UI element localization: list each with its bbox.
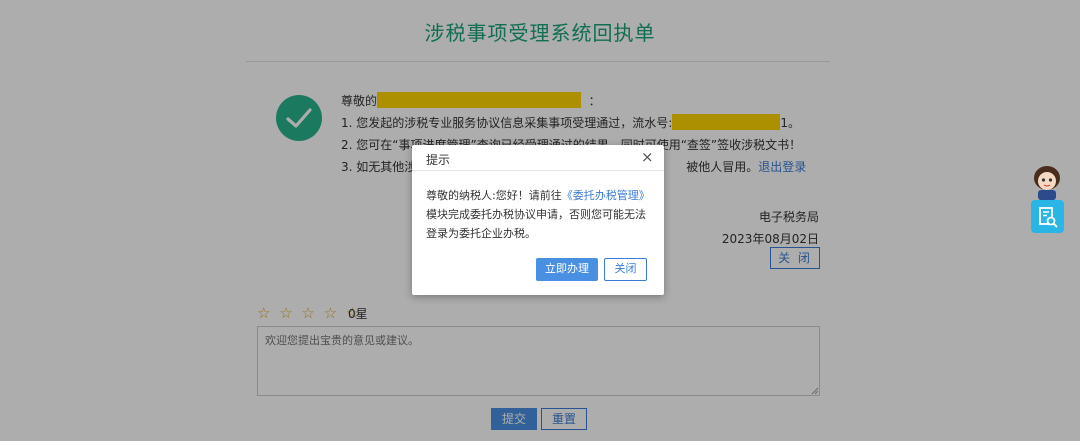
- dialog-message-suffix: 模块完成委托办税协议申请，否则您可能无法登录为委托企业办税。: [426, 208, 646, 240]
- dialog-close-button[interactable]: 关闭: [604, 258, 647, 281]
- assistant-avatar-icon[interactable]: [1030, 164, 1064, 200]
- dialog-message-prefix: 尊敬的纳税人:您好！请前往: [426, 189, 562, 202]
- process-now-button[interactable]: 立即办理: [536, 258, 598, 281]
- delegation-management-link[interactable]: 《委托办税管理》: [562, 189, 650, 202]
- dialog-header: 提示 ×: [412, 145, 664, 171]
- dialog-message: 尊敬的纳税人:您好！请前往《委托办税管理》模块完成委托办税协议申请，否则您可能无…: [426, 186, 654, 243]
- dialog-title: 提示: [426, 153, 451, 167]
- notice-dialog: 提示 × 尊敬的纳税人:您好！请前往《委托办税管理》模块完成委托办税协议申请，否…: [412, 145, 664, 295]
- close-icon[interactable]: ×: [641, 148, 654, 166]
- search-document-icon[interactable]: [1031, 200, 1064, 233]
